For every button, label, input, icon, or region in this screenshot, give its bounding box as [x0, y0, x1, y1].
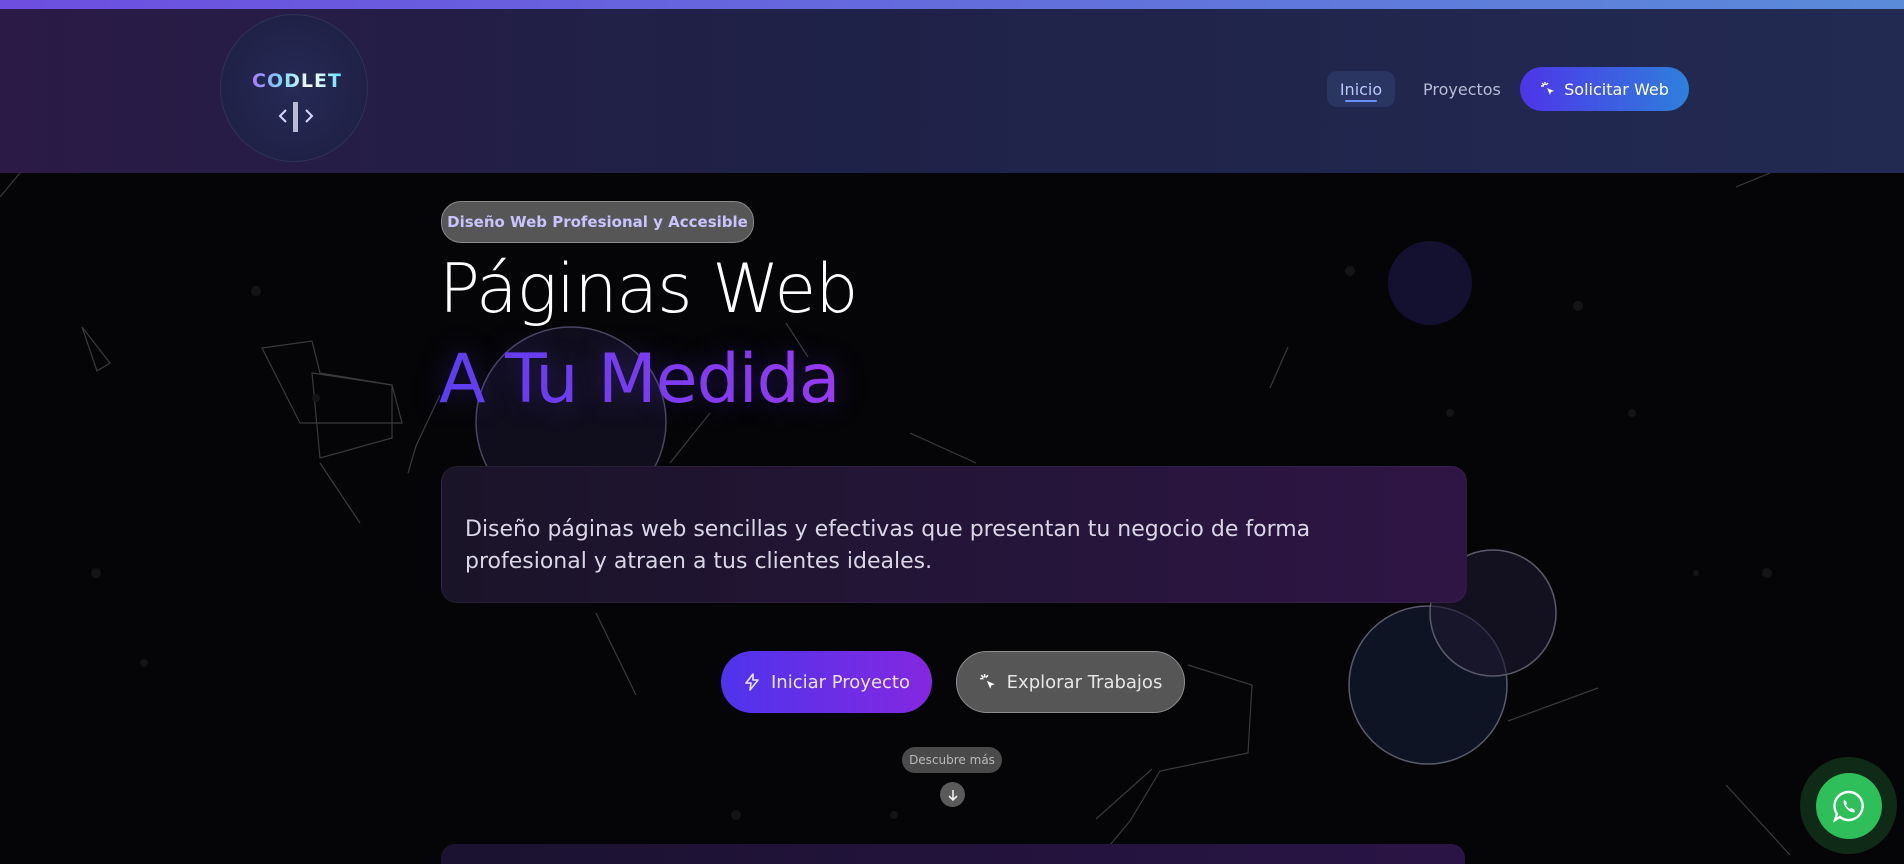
nav-inicio-label: Inicio: [1339, 79, 1383, 99]
explorar-trabajos-button[interactable]: Explorar Trabajos: [956, 651, 1185, 713]
sparkle-cursor-icon: [979, 674, 995, 689]
explorar-trabajos-label: Explorar Trabajos: [1006, 671, 1163, 693]
next-section-edge: [441, 844, 1465, 864]
nav-proyectos[interactable]: Proyectos: [1423, 71, 1501, 107]
iniciar-proyecto-label: Iniciar Proyecto: [770, 671, 911, 693]
discover-more-label[interactable]: Descubre más: [902, 747, 1002, 773]
iniciar-proyecto-button[interactable]: Iniciar Proyecto: [721, 651, 932, 713]
top-accent-line: [0, 0, 1904, 9]
whatsapp-button[interactable]: [1816, 773, 1882, 839]
bolt-icon: [745, 673, 759, 691]
solicitar-web-button[interactable]: Solicitar Web: [1520, 67, 1689, 111]
scroll-down-button[interactable]: [940, 782, 965, 807]
sparkle-cursor-icon: [1541, 82, 1555, 95]
hero-description: Diseño páginas web sencillas y efectivas…: [465, 517, 1311, 574]
hero-title-line2: A Tu Medida: [439, 340, 840, 419]
hero-badge: Diseño Web Profesional y Accesible: [441, 201, 754, 243]
active-indicator: [1345, 100, 1377, 102]
code-brackets-icon: [278, 102, 314, 132]
arrow-down-icon: [947, 789, 958, 801]
hero-title-line1: Páginas Web: [439, 250, 858, 329]
logo-text[interactable]: CODLET: [252, 70, 342, 92]
whatsapp-icon: [1832, 790, 1864, 823]
solicitar-web-label: Solicitar Web: [1564, 79, 1669, 99]
nav-inicio[interactable]: Inicio: [1327, 71, 1395, 107]
